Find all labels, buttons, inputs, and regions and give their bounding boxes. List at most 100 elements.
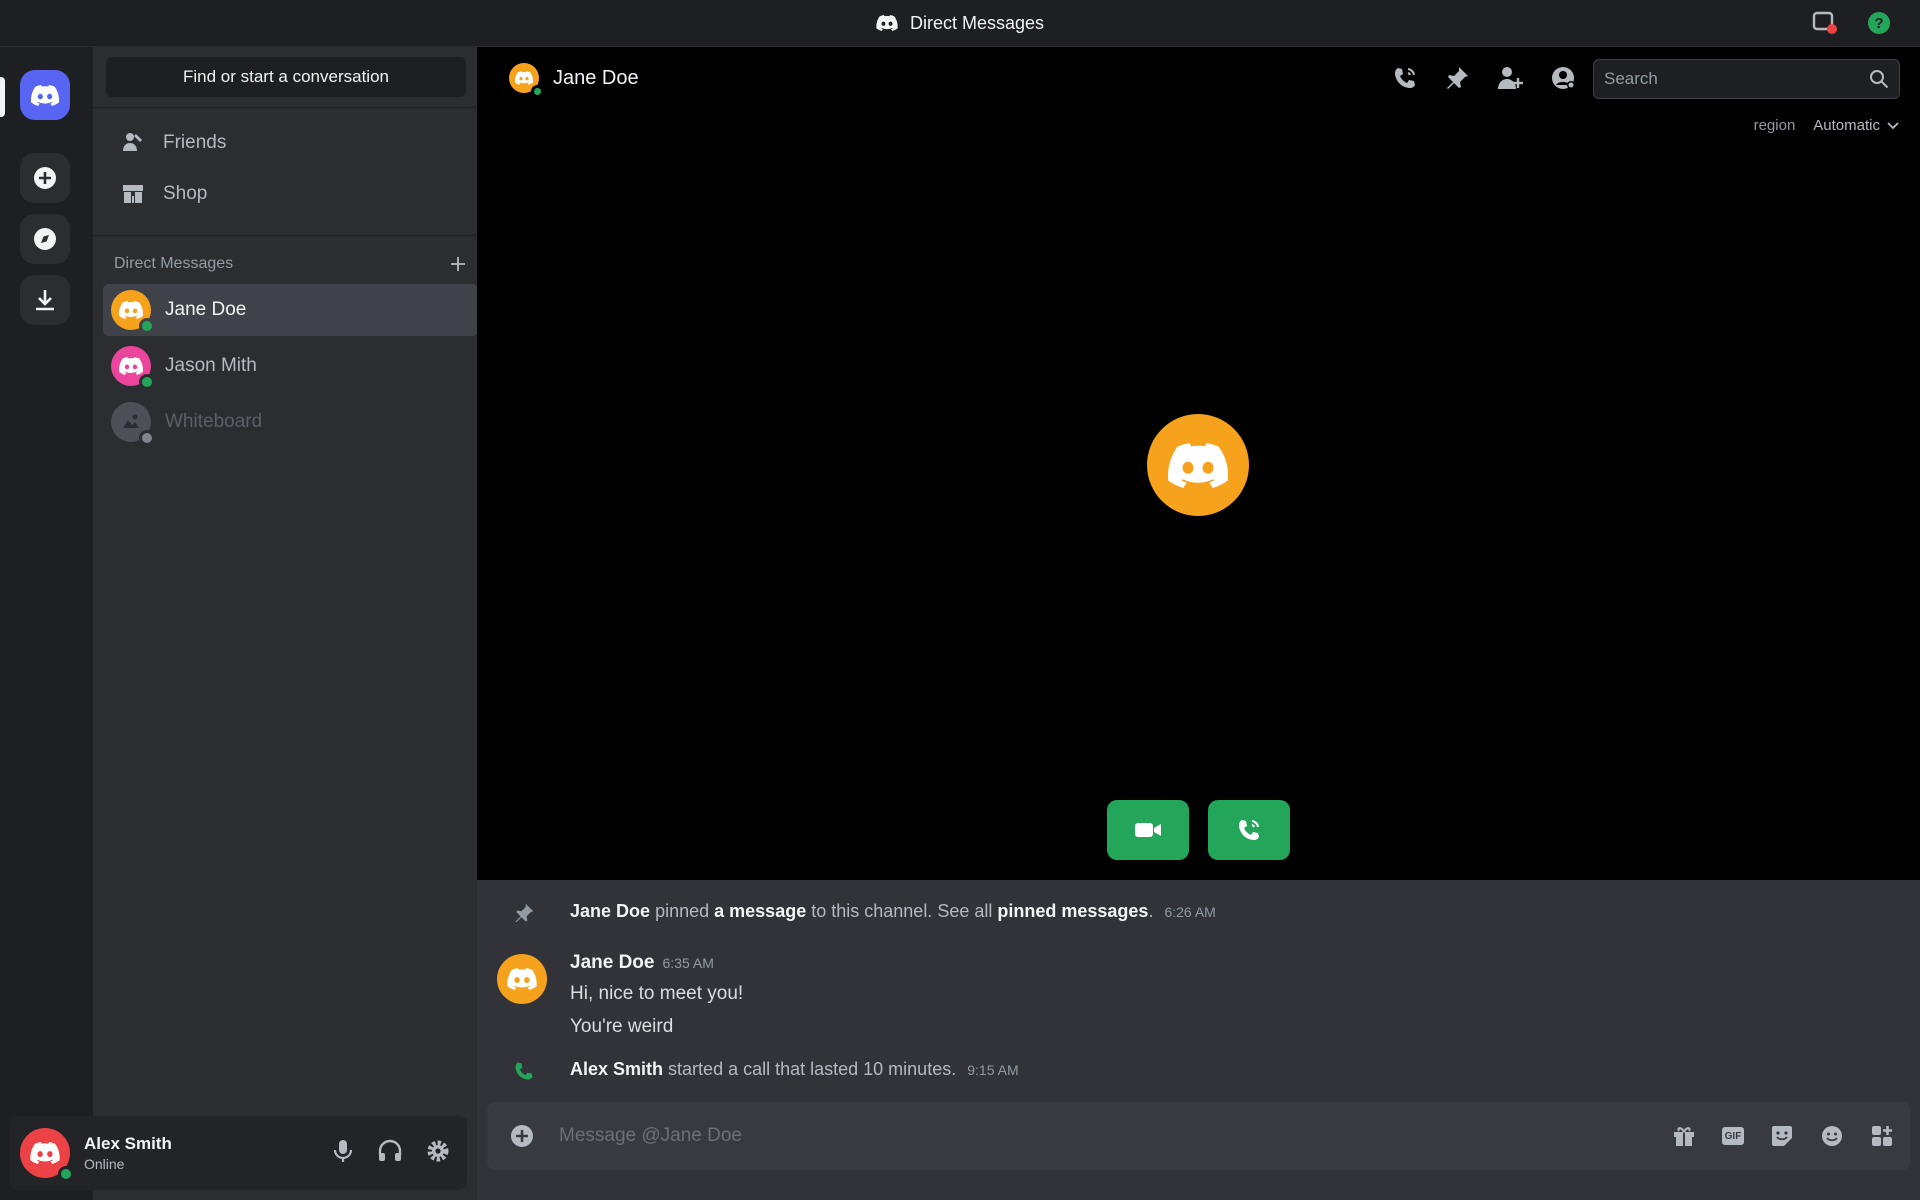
message-author[interactable]: Jane Doe xyxy=(570,901,650,921)
system-message-pin: Jane Doe pinned a message to this channe… xyxy=(570,901,1216,922)
pin-icon[interactable] xyxy=(1444,65,1470,91)
region-value: Automatic xyxy=(1813,117,1880,134)
plus-circle-icon xyxy=(34,167,56,189)
download-apps-button[interactable] xyxy=(20,275,70,325)
divider xyxy=(93,107,478,108)
nav-friends[interactable]: Friends xyxy=(103,120,469,166)
timestamp: 6:35 AM xyxy=(662,955,714,971)
system-text: started a call that lasted 10 minutes. xyxy=(668,1059,957,1079)
message-author[interactable]: Jane Doe xyxy=(570,952,654,973)
message-input[interactable]: Message @Jane Doe xyxy=(559,1125,1672,1147)
timestamp: 9:15 AM xyxy=(967,1062,1019,1078)
call-area: Jane Doe Search region Automatic xyxy=(477,47,1920,880)
channel-avatar xyxy=(509,63,544,98)
message-header: Jane Doe 6:35 AM xyxy=(570,952,714,974)
search-placeholder: Search xyxy=(1604,69,1658,88)
user-info[interactable]: Alex Smith Online xyxy=(84,1134,172,1172)
whiteboard-icon xyxy=(123,414,139,428)
discord-logo-icon xyxy=(1168,442,1228,488)
status-online-indicator xyxy=(531,85,544,98)
message-link[interactable]: a message xyxy=(714,901,806,921)
dm-item-label: Jason Mith xyxy=(165,355,257,376)
pinned-messages-link[interactable]: pinned messages xyxy=(997,901,1148,921)
phone-icon xyxy=(515,1062,533,1080)
dm-item-jane-doe[interactable]: Jane Doe xyxy=(103,284,478,336)
message-text: Hi, nice to meet you! xyxy=(570,983,744,1004)
window-title-text: Direct Messages xyxy=(909,12,1045,33)
system-text: pinned xyxy=(655,901,710,921)
apps-icon[interactable] xyxy=(1870,1124,1894,1148)
discover-button[interactable] xyxy=(20,214,70,264)
avatar xyxy=(111,290,155,334)
avatar xyxy=(111,402,155,446)
status-online-indicator xyxy=(58,1166,74,1182)
message-author[interactable]: Alex Smith xyxy=(570,1059,663,1079)
dm-item-whiteboard[interactable]: Whiteboard xyxy=(103,396,478,448)
channel-title: Jane Doe xyxy=(553,66,639,89)
nav-shop[interactable]: Shop xyxy=(103,171,469,217)
plus-icon[interactable] xyxy=(450,256,466,272)
emoji-icon[interactable] xyxy=(1820,1124,1844,1148)
search-icon xyxy=(1870,70,1889,89)
status-online-indicator xyxy=(139,318,155,334)
join-voice-call-button[interactable] xyxy=(1208,800,1290,860)
user-profile-icon[interactable] xyxy=(1550,65,1576,91)
inbox-icon[interactable] xyxy=(1812,10,1838,41)
channel-header: Jane Doe xyxy=(509,63,639,98)
video-camera-icon xyxy=(1135,823,1161,837)
compass-icon xyxy=(34,228,56,250)
gif-icon[interactable]: GIF xyxy=(1722,1127,1744,1145)
gear-icon[interactable] xyxy=(425,1138,451,1164)
add-server-button[interactable] xyxy=(20,153,70,203)
selected-indicator xyxy=(0,77,5,117)
discord-logo-icon xyxy=(119,301,143,319)
help-icon[interactable]: ? xyxy=(1866,10,1892,41)
server-rail xyxy=(0,47,92,1200)
download-icon xyxy=(36,290,54,311)
chevron-down-icon xyxy=(1887,121,1899,129)
phone-call-icon xyxy=(1239,820,1259,840)
nav-shop-label: Shop xyxy=(163,183,208,204)
system-text: to this channel. See all xyxy=(811,901,993,921)
add-friends-to-dm-icon[interactable] xyxy=(1496,65,1524,91)
shop-icon xyxy=(123,185,143,203)
join-video-call-button[interactable] xyxy=(1107,800,1189,860)
user-avatar[interactable] xyxy=(20,1128,74,1182)
system-message-call: Alex Smith started a call that lasted 10… xyxy=(570,1059,1019,1080)
message-text: You're weird xyxy=(570,1016,674,1037)
microphone-icon[interactable] xyxy=(331,1138,355,1164)
search-input[interactable]: Search xyxy=(1593,59,1900,99)
message-avatar[interactable] xyxy=(497,954,547,1004)
discord-logo-icon xyxy=(507,968,537,990)
status-online-indicator xyxy=(139,374,155,390)
region-dropdown[interactable]: Automatic xyxy=(1813,117,1900,134)
dm-header: Direct Messages xyxy=(114,255,466,273)
discord-logo-icon xyxy=(515,71,533,85)
user-panel: Alex Smith Online xyxy=(10,1116,467,1190)
headphones-icon[interactable] xyxy=(377,1138,403,1164)
user-name: Alex Smith xyxy=(84,1134,172,1153)
dm-item-jason-mith[interactable]: Jason Mith xyxy=(103,340,478,392)
start-voice-call-icon[interactable] xyxy=(1392,65,1418,91)
dm-item-label: Whiteboard xyxy=(165,411,263,432)
pin-icon xyxy=(515,903,534,923)
upload-plus-icon[interactable] xyxy=(509,1123,535,1149)
region-selector: region Automatic xyxy=(1754,117,1900,134)
dm-sidebar: Find or start a conversation Friends Sho… xyxy=(92,47,478,1200)
timestamp: 6:26 AM xyxy=(1164,904,1216,920)
sticker-icon[interactable] xyxy=(1770,1124,1794,1148)
call-participant-avatar[interactable] xyxy=(1147,414,1249,516)
status-offline-indicator xyxy=(139,430,155,446)
main-panel: Jane Doe Search region Automatic Jane Do… xyxy=(477,47,1920,1200)
home-button[interactable] xyxy=(20,70,70,120)
discord-logo-icon xyxy=(31,84,59,106)
system-text: . xyxy=(1148,901,1154,921)
user-status: Online xyxy=(84,1156,125,1172)
window-title: Direct Messages xyxy=(876,13,1044,34)
find-conversation-button[interactable]: Find or start a conversation xyxy=(106,57,466,97)
friends-icon xyxy=(123,133,142,151)
title-bar: Direct Messages ? xyxy=(0,0,1920,47)
gift-icon[interactable] xyxy=(1672,1124,1696,1148)
avatar xyxy=(111,346,155,390)
region-label: region xyxy=(1753,117,1796,134)
